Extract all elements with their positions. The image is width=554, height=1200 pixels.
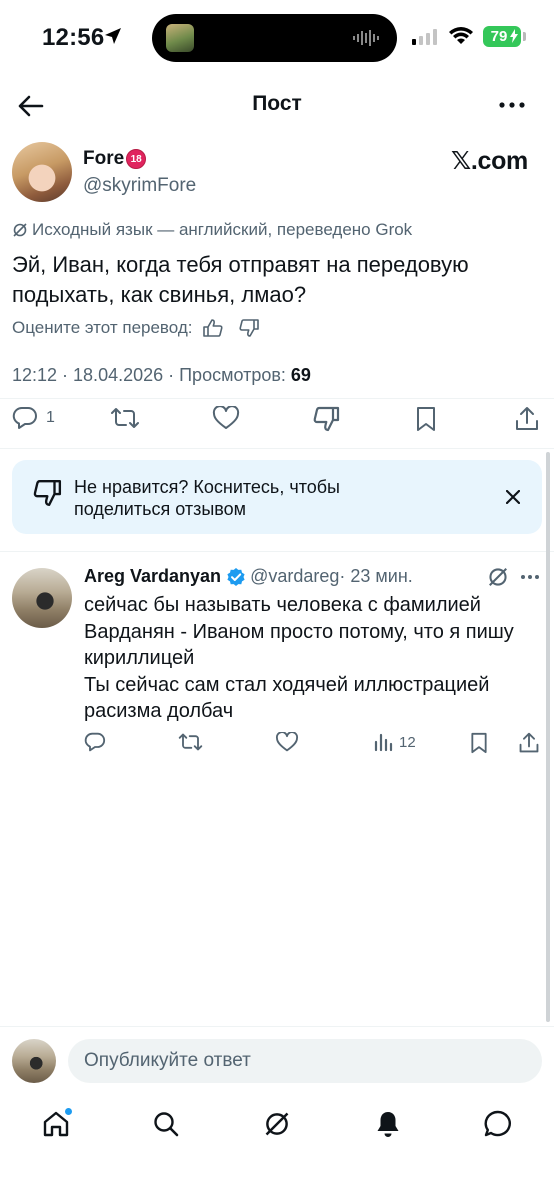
more-icon[interactable] (520, 574, 540, 580)
close-banner-button[interactable] (500, 484, 526, 510)
battery-level: 79 (490, 28, 508, 45)
reply-header[interactable]: Areg Vardanyan @vardareg · 23 мин. (84, 566, 413, 587)
author-name: Fore (83, 148, 125, 169)
verified-icon (227, 567, 245, 586)
repost-icon (178, 733, 203, 751)
bottom-tab-bar (0, 1098, 554, 1158)
share-icon (516, 407, 538, 430)
age-18-badge: 18 (126, 149, 147, 169)
charging-bolt-icon (510, 29, 518, 43)
share-button[interactable] (514, 406, 540, 432)
reply-button[interactable]: 1 (12, 406, 55, 430)
bookmark-icon (417, 407, 435, 431)
page-title: Пост (252, 92, 302, 115)
notification-dot (65, 1108, 72, 1115)
repost-icon (111, 408, 139, 428)
reply-author-name: Areg Vardanyan (84, 566, 222, 586)
post-meta: 12:12 · 18.04.2026 · Просмотров: 69 (12, 365, 311, 386)
current-user-avatar (12, 1039, 56, 1083)
grok-icon (13, 223, 27, 237)
reply-views-button[interactable]: 12 (373, 732, 416, 752)
reply-repost-button[interactable] (178, 732, 203, 752)
bell-icon (377, 1112, 399, 1137)
like-button[interactable] (212, 406, 240, 430)
reply-time: · 23 мин. (339, 566, 413, 586)
author-name-row[interactable]: Fore 18 (83, 148, 147, 170)
grok-icon[interactable] (487, 566, 509, 588)
dislike-button[interactable] (312, 406, 340, 432)
reply-reply-button[interactable] (84, 732, 106, 752)
reply-bookmark-button[interactable] (469, 732, 489, 754)
reply-count: 1 (46, 409, 55, 426)
divider (0, 551, 554, 552)
thumb-up-icon[interactable] (202, 319, 223, 337)
battery-indicator: 79 (483, 26, 521, 47)
thumb-down-icon (313, 406, 340, 432)
post-text: Эй, Иван, когда тебя отправят на передов… (12, 252, 469, 307)
divider (0, 398, 554, 399)
rate-translation-row: Оцените этот перевод: (12, 318, 259, 338)
grok-icon (265, 1112, 289, 1136)
rate-translation-label: Оцените этот перевод: (12, 318, 193, 337)
cellular-signal-icon (412, 29, 437, 45)
battery-cap (523, 32, 526, 41)
reply-like-button[interactable] (275, 732, 299, 752)
tab-messages[interactable] (480, 1106, 516, 1142)
status-bar: 12:56 79 (0, 0, 554, 76)
reply-text: сейчас бы называть человека с фамилией В… (84, 594, 514, 722)
views-icon (374, 733, 393, 752)
tab-home[interactable] (38, 1106, 74, 1142)
bookmark-button[interactable] (414, 406, 438, 432)
reply-author-avatar[interactable] (12, 568, 72, 628)
feedback-banner[interactable]: Не нравится? Коснитесь, чтобы поделиться… (12, 460, 542, 534)
reply-icon (84, 732, 106, 752)
reply-author-handle: @vardareg (250, 566, 340, 586)
post-action-bar: 1 (0, 402, 554, 442)
reply-views-count: 12 (399, 733, 416, 751)
source-site-label: 𝕏.com (451, 147, 528, 175)
location-arrow-icon (105, 28, 121, 44)
reply-share-button[interactable] (518, 732, 540, 754)
status-time: 12:56 (42, 24, 105, 51)
bookmark-icon (471, 732, 487, 754)
share-icon (519, 732, 539, 753)
like-icon (276, 732, 298, 752)
wifi-icon (449, 27, 473, 44)
more-options-button[interactable] (494, 91, 530, 119)
now-playing-artwork (166, 24, 194, 52)
messages-icon (484, 1110, 511, 1137)
close-icon (506, 490, 520, 504)
search-icon (154, 1112, 179, 1137)
reply-composer (0, 1026, 554, 1098)
tab-notifications[interactable] (370, 1106, 406, 1142)
post-header: Пост (0, 78, 554, 134)
scrollbar[interactable] (546, 452, 550, 1022)
like-icon (212, 406, 240, 429)
thumb-down-icon (33, 480, 62, 506)
repost-button[interactable] (110, 406, 140, 430)
dynamic-island[interactable] (152, 14, 397, 62)
tab-search[interactable] (148, 1106, 184, 1142)
feedback-banner-text: Не нравится? Коснитесь, чтобы поделиться… (74, 477, 340, 519)
translation-note-text: Исходный язык — английский, переведено G… (32, 220, 413, 239)
author-handle[interactable]: @skyrimFore (83, 175, 196, 197)
more-icon (499, 102, 525, 108)
reply-icon (12, 406, 37, 429)
thumb-down-icon[interactable] (238, 319, 259, 337)
author-avatar[interactable] (12, 142, 72, 202)
divider (0, 448, 554, 449)
tab-grok[interactable] (259, 1106, 295, 1142)
reply-input[interactable] (68, 1039, 542, 1083)
translation-note[interactable]: Исходный язык — английский, переведено G… (12, 220, 412, 240)
audio-wave-icon (353, 30, 379, 46)
post-timestamp: 12:12 · 18.04.2026 · Просмотров: (12, 365, 291, 385)
reply-action-bar: 12 (0, 730, 554, 760)
views-count[interactable]: 69 (291, 365, 311, 385)
